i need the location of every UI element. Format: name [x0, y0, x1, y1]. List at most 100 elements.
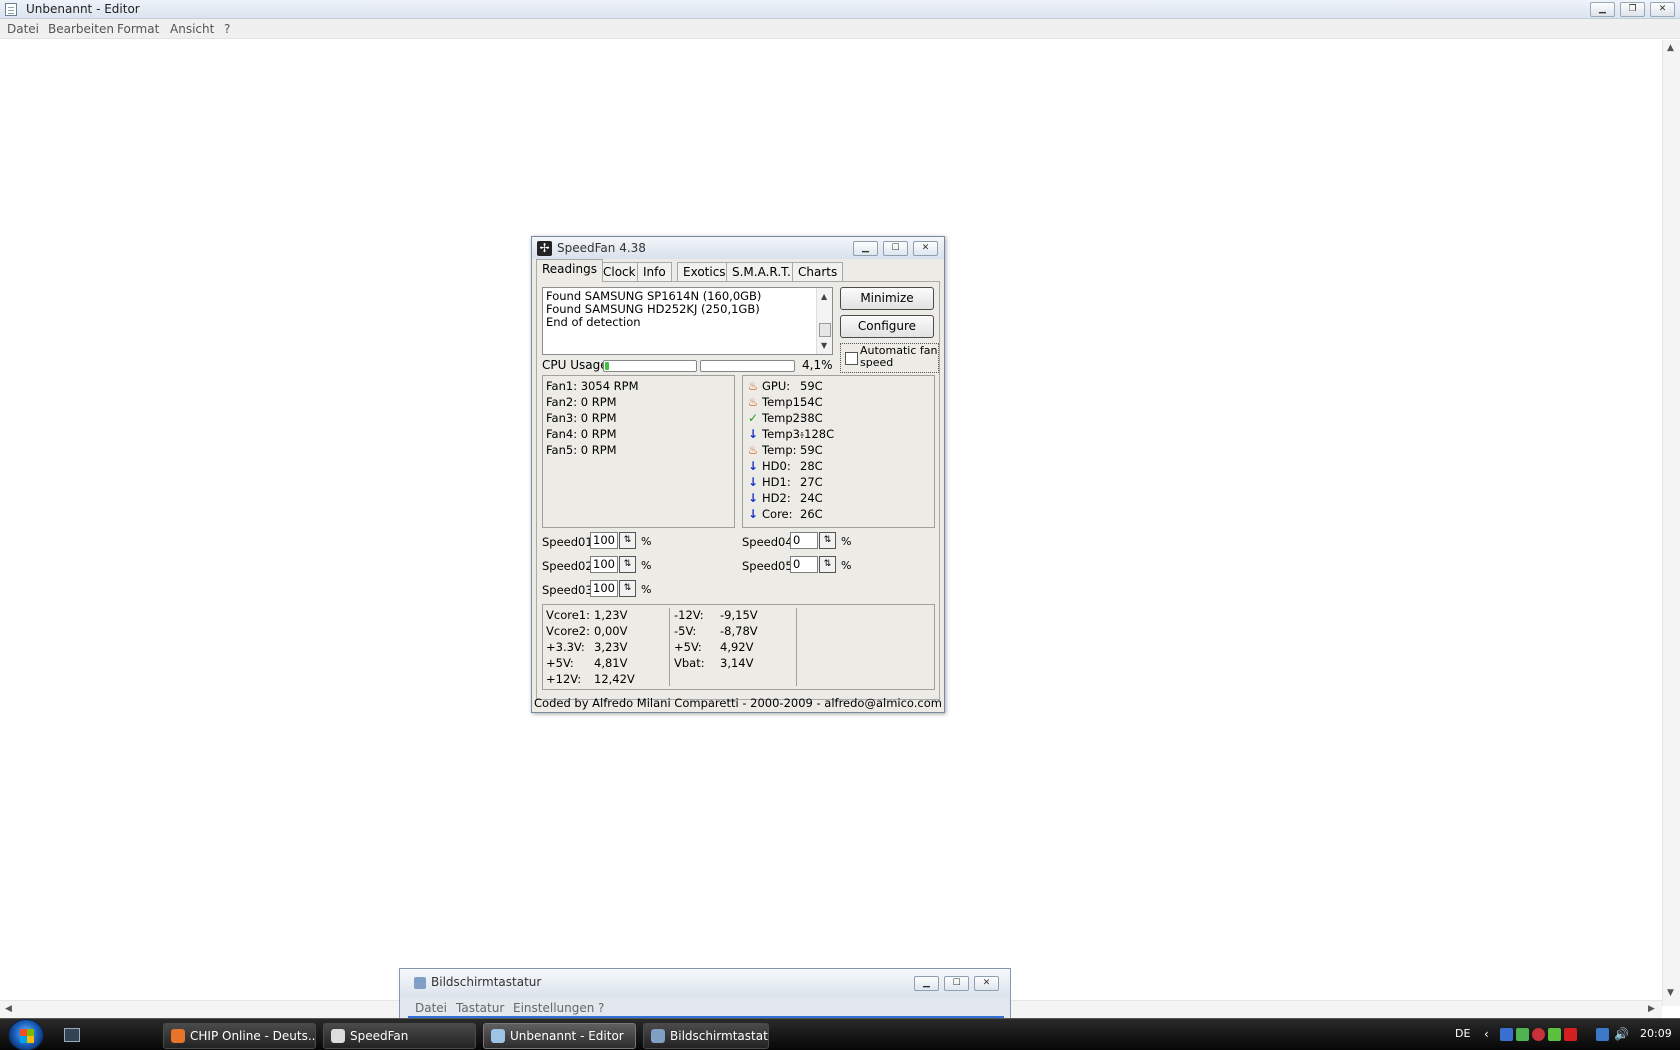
- notepad-titlebar[interactable]: Unbenannt - Editor ▁ ❐ ✕: [0, 0, 1680, 19]
- taskbar-item-label: CHIP Online - Deuts...: [190, 1029, 316, 1043]
- clock[interactable]: 20:09: [1640, 1027, 1672, 1040]
- tab-exotics[interactable]: Exotics: [677, 262, 732, 281]
- volume-icon[interactable]: 🔊: [1614, 1027, 1629, 1041]
- cpu-usage-fill: [605, 362, 609, 370]
- taskbar-item-chip-online[interactable]: CHIP Online - Deuts...: [163, 1023, 316, 1049]
- maximize-icon[interactable]: ☐: [944, 976, 969, 991]
- osk-menu-datei[interactable]: Datei: [415, 1001, 447, 1015]
- fan-reading: Fan5: 0 RPM: [546, 443, 617, 457]
- osk-window: Bildschirmtastatur ▁ ☐ ✕ Datei Tastatur …: [399, 968, 1011, 1018]
- scroll-down-icon[interactable]: ▼: [821, 339, 827, 352]
- antivirus-tray-icon[interactable]: [1532, 1028, 1545, 1041]
- arrow-down-icon: ↓: [747, 427, 759, 441]
- maximize-icon[interactable]: ☐: [883, 241, 908, 256]
- speed04-input[interactable]: 0: [790, 532, 818, 549]
- menu-ansicht[interactable]: Ansicht: [170, 22, 214, 36]
- speed04-spinner[interactable]: ⇅: [819, 532, 836, 549]
- cpu-usage-bar-1: [603, 360, 697, 372]
- speed03-label: Speed03:: [542, 583, 597, 597]
- speedfan-titlebar[interactable]: ✢ SpeedFan 4.38 ▁ ☐ ✕: [532, 237, 944, 259]
- taskbar-item-speedfan[interactable]: SpeedFan: [323, 1023, 476, 1049]
- close-icon[interactable]: ✕: [1650, 2, 1675, 17]
- close-icon[interactable]: ✕: [913, 241, 938, 256]
- speed02-spinner[interactable]: ⇅: [619, 556, 636, 573]
- menu-help[interactable]: ?: [224, 22, 230, 36]
- keyboard-icon: [414, 977, 426, 989]
- speed03-spinner[interactable]: ⇅: [619, 580, 636, 597]
- tab-readings[interactable]: Readings: [536, 259, 603, 282]
- taskbar-item-label: Unbenannt - Editor: [510, 1029, 624, 1043]
- scroll-right-icon[interactable]: ▶: [1648, 1004, 1655, 1014]
- speedfan-tray-icon[interactable]: [1500, 1028, 1513, 1041]
- osk-menu-help[interactable]: ?: [598, 1001, 604, 1015]
- show-desktop-icon[interactable]: [64, 1028, 80, 1042]
- scroll-up-icon[interactable]: ▲: [821, 290, 827, 303]
- network-icon[interactable]: [1596, 1028, 1609, 1041]
- checkbox-box[interactable]: [845, 352, 858, 365]
- network-status-tray-icon[interactable]: [1548, 1028, 1561, 1041]
- flame-icon: ♨: [747, 395, 759, 409]
- speed01-spinner[interactable]: ⇅: [619, 532, 636, 549]
- voltage-value: -9,15V: [720, 608, 758, 622]
- adobe-tray-icon[interactable]: [1564, 1028, 1577, 1041]
- speed05-spinner[interactable]: ⇅: [819, 556, 836, 573]
- close-icon[interactable]: ✕: [974, 976, 999, 991]
- temp-value: 28C: [800, 459, 823, 473]
- percent-label: %: [841, 559, 852, 572]
- detection-log[interactable]: Found SAMSUNG SP1614N (160,0GB) Found SA…: [542, 287, 833, 355]
- speed05-input[interactable]: 0: [790, 556, 818, 573]
- vertical-scrollbar[interactable]: ▲ ▼: [1662, 40, 1680, 1006]
- language-indicator[interactable]: DE: [1455, 1027, 1470, 1040]
- scroll-thumb[interactable]: [819, 323, 831, 337]
- voltage-label: Vbat:: [674, 656, 705, 670]
- tab-charts[interactable]: Charts: [792, 262, 844, 281]
- tab-info[interactable]: Info: [637, 262, 672, 281]
- tab-clock[interactable]: Clock: [597, 262, 642, 281]
- minimize-button[interactable]: Minimize: [840, 287, 934, 310]
- temp-label: HD0:: [762, 459, 791, 473]
- speed03-input[interactable]: 100: [590, 580, 618, 597]
- configure-button[interactable]: Configure: [840, 315, 934, 338]
- menu-bearbeiten[interactable]: Bearbeiten: [48, 22, 114, 36]
- menu-datei[interactable]: Datei: [7, 22, 39, 36]
- fan-icon: ✢: [537, 241, 552, 256]
- log-scrollbar[interactable]: ▲ ▼: [816, 288, 832, 354]
- osk-menu-einstellungen[interactable]: Einstellungen: [513, 1001, 594, 1015]
- temp-label: Temp:: [762, 443, 797, 457]
- voltage-value: 4,92V: [720, 640, 754, 654]
- voltage-label: +5V:: [546, 656, 574, 670]
- scroll-left-icon[interactable]: ◀: [5, 1004, 12, 1014]
- scroll-down-icon[interactable]: ▼: [1667, 988, 1674, 998]
- speed01-input[interactable]: 100: [590, 532, 618, 549]
- minimize-icon[interactable]: ▁: [914, 976, 939, 991]
- temp-value: 27C: [800, 475, 823, 489]
- voltages-divider: [669, 608, 670, 686]
- check-icon: ✓: [747, 411, 759, 425]
- osk-menu-tastatur[interactable]: Tastatur: [456, 1001, 504, 1015]
- voltage-label: +5V:: [674, 640, 702, 654]
- automatic-fan-speed-checkbox[interactable]: Automatic fan speed: [840, 343, 939, 373]
- voltage-label: +12V:: [546, 672, 582, 686]
- voltage-label: Vcore1:: [546, 608, 590, 622]
- osk-titlebar[interactable]: Bildschirmtastatur ▁ ☐ ✕: [400, 969, 1010, 997]
- menu-format[interactable]: Format: [117, 22, 159, 36]
- start-button[interactable]: [8, 1019, 44, 1050]
- speed02-input[interactable]: 100: [590, 556, 618, 573]
- tray-expand-icon[interactable]: ‹: [1484, 1027, 1489, 1041]
- taskbar: CHIP Online - Deuts... SpeedFan Unbenann…: [0, 1018, 1680, 1050]
- taskbar-item-osk[interactable]: Bildschirmtastatur: [643, 1023, 769, 1049]
- minimize-icon[interactable]: ▁: [1590, 2, 1615, 17]
- scroll-up-icon[interactable]: ▲: [1667, 43, 1674, 53]
- osk-title: Bildschirmtastatur: [431, 975, 542, 989]
- arrow-down-icon: ↓: [747, 475, 759, 489]
- restore-icon[interactable]: ❐: [1620, 2, 1645, 17]
- tab-smart[interactable]: S.M.A.R.T.: [726, 262, 797, 281]
- temp-value: -128C: [800, 427, 835, 441]
- voltage-value: 3,23V: [594, 640, 628, 654]
- minimize-icon[interactable]: ▁: [853, 241, 878, 256]
- temp-label: GPU:: [762, 379, 791, 393]
- notepad-title: Unbenannt - Editor: [26, 2, 140, 16]
- taskbar-item-editor[interactable]: Unbenannt - Editor: [483, 1023, 636, 1049]
- users-tray-icon[interactable]: [1516, 1028, 1529, 1041]
- temp-value: 54C: [800, 395, 823, 409]
